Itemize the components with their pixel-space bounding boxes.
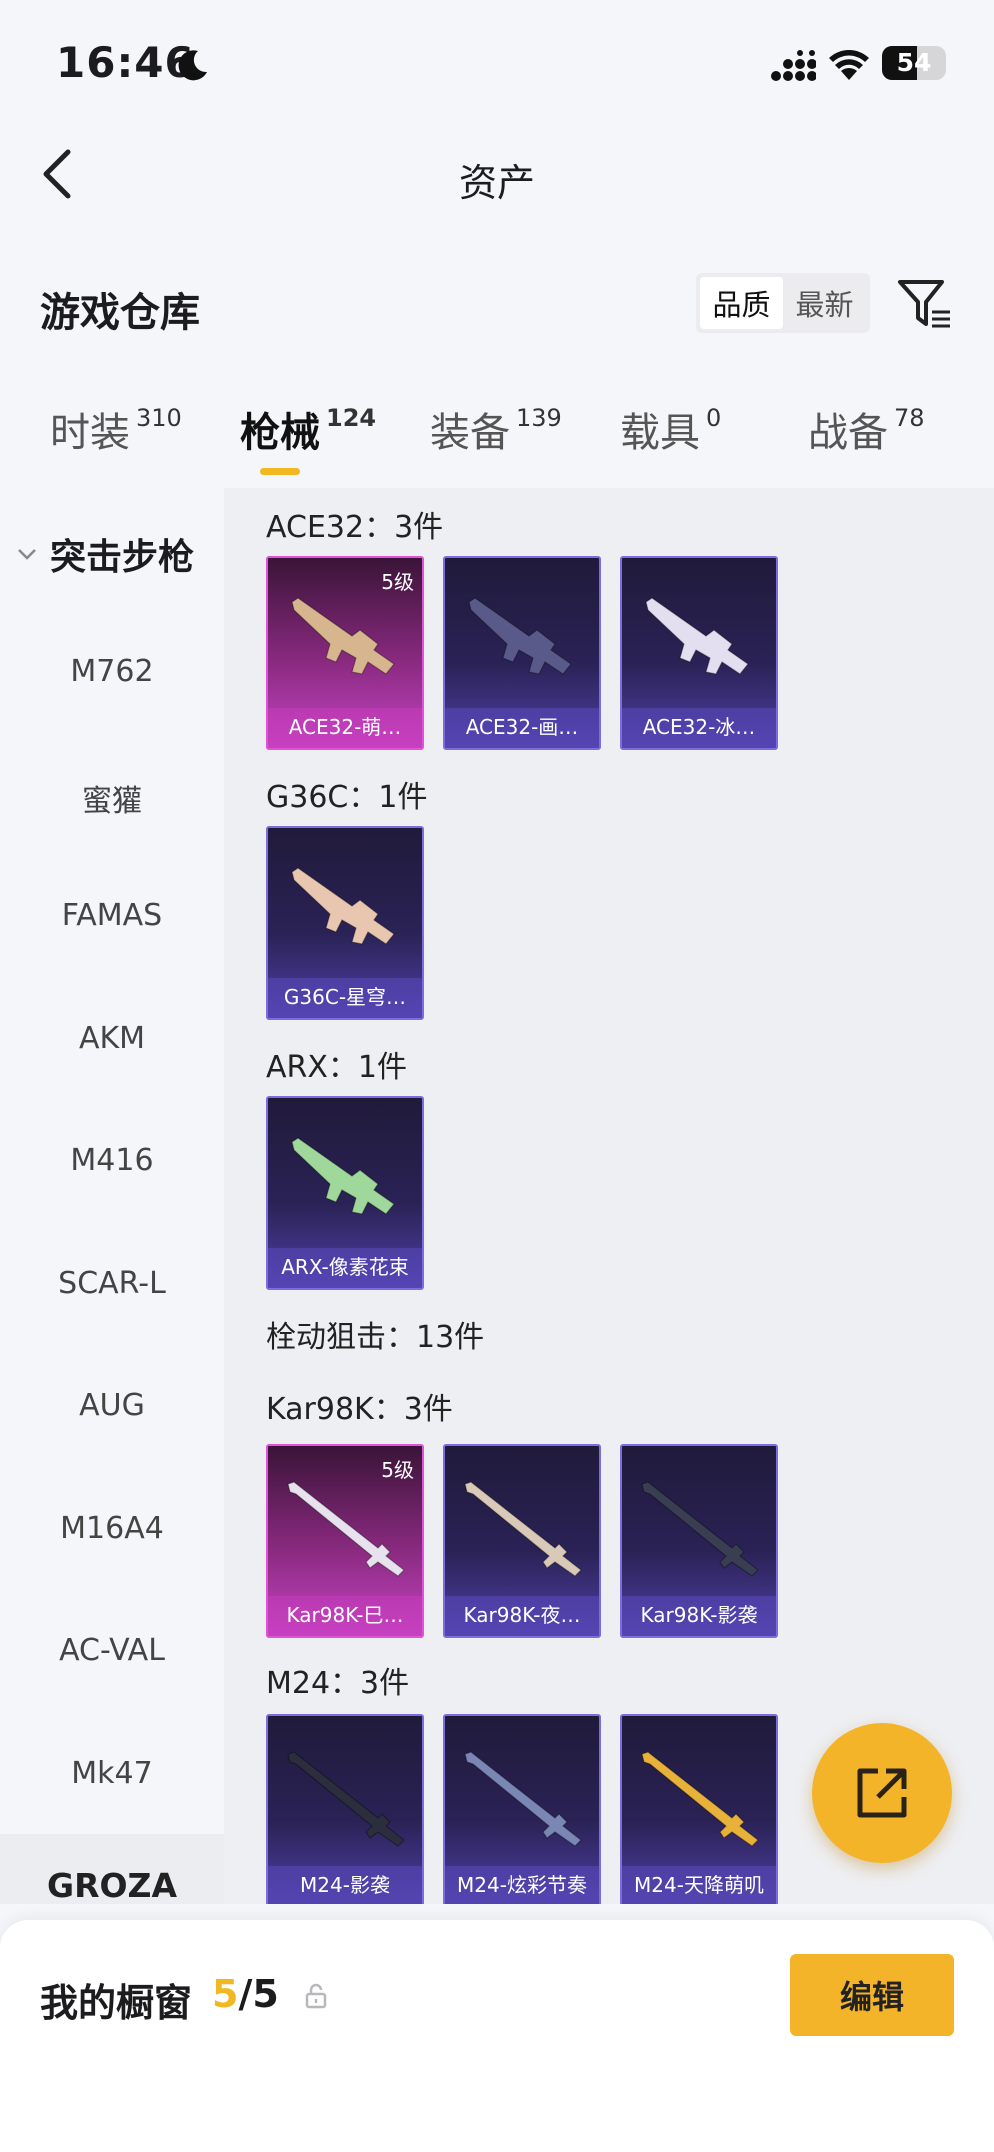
weapon-card[interactable]: M24-天降萌叽 [620, 1714, 778, 1904]
weapon-card[interactable]: M24-影袭 [266, 1714, 424, 1904]
category-assault-rifle[interactable]: 突击步枪 [16, 528, 194, 580]
tab-equipment[interactable]: 装备 139 [430, 400, 562, 458]
rifle-icon [291, 867, 395, 945]
weapon-sidebar: 突击步枪 M762 蜜獾 FAMAS AKM M416 SCAR-L AUG M… [0, 488, 224, 1833]
group-label: 栓动狙击：13件 [266, 1320, 485, 1355]
sniper-rifle-icon [287, 1481, 405, 1577]
card-label: Kar98K-巳… [268, 1596, 422, 1636]
group-label: M24：3件 [266, 1666, 410, 1701]
card-label: M24-炫彩节奏 [445, 1866, 599, 1904]
card-label: G36C-星穹… [268, 978, 422, 1018]
tab-label: 装备 [430, 410, 510, 456]
tab-label: 战备 [808, 410, 888, 456]
battery-indicator: 54 [882, 46, 946, 80]
card-label: ARX-像素花束 [268, 1248, 422, 1288]
tab-count: 124 [326, 404, 377, 432]
group-label: ACE32：3件 [266, 510, 444, 545]
rifle-icon [645, 597, 749, 675]
sidebar-item-akm[interactable]: AKM [0, 1021, 224, 1056]
weapon-grid: ACE32：3件 5级 ACE32-萌… ACE32-画… ACE32-冰… G… [224, 488, 994, 1904]
sidebar-item-ac-val[interactable]: AC-VAL [0, 1633, 224, 1668]
rifle-icon [291, 1137, 395, 1215]
rifle-icon [291, 597, 395, 675]
card-label: ACE32-画… [445, 708, 599, 748]
weapon-card[interactable]: 5级 ACE32-萌… [266, 556, 424, 750]
sidebar-item-m16a4[interactable]: M16A4 [0, 1511, 224, 1546]
chevron-down-icon [18, 549, 36, 560]
card-label: Kar98K-夜… [445, 1596, 599, 1636]
card-label: ACE32-冰… [622, 708, 776, 748]
showcase-panel: 我的橱窗 5/5 编辑 [0, 1920, 994, 2152]
tab-label: 枪械 [240, 410, 320, 456]
card-label: M24-影袭 [268, 1866, 422, 1904]
sidebar-item-honey-badger[interactable]: 蜜獾 [0, 776, 224, 820]
weapon-card[interactable]: Kar98K-影袭 [620, 1444, 778, 1638]
nav-bar: 资产 [0, 130, 994, 220]
active-tab-indicator [260, 468, 300, 475]
tab-count: 310 [136, 404, 182, 432]
tab-vehicles[interactable]: 载具 0 [620, 400, 721, 458]
status-time: 16:46 [56, 38, 195, 87]
sidebar-item-aug[interactable]: AUG [0, 1388, 224, 1423]
status-bar: 16:46 54 [0, 0, 994, 120]
external-link-icon [857, 1768, 907, 1818]
sidebar-item-mk47[interactable]: Mk47 [0, 1756, 224, 1791]
weapon-card[interactable]: M24-炫彩节奏 [443, 1714, 601, 1904]
sort-latest-button[interactable]: 最新 [783, 277, 866, 329]
card-label: ACE32-萌… [268, 708, 422, 748]
sidebar-item-m762[interactable]: M762 [0, 654, 224, 689]
moon-icon [178, 50, 207, 81]
showcase-current: 5 [212, 1972, 239, 2016]
sniper-rifle-icon [464, 1481, 582, 1577]
weapon-card[interactable]: ARX-像素花束 [266, 1096, 424, 1290]
sidebar-item-m416[interactable]: M416 [0, 1143, 224, 1178]
tab-label: 时装 [50, 410, 130, 456]
group-label: ARX：1件 [266, 1050, 408, 1085]
weapon-card[interactable]: Kar98K-夜… [443, 1444, 601, 1638]
page-title: 资产 [458, 161, 535, 205]
tab-count: 78 [894, 404, 925, 432]
weapon-card[interactable]: ACE32-冰… [620, 556, 778, 750]
category-label: 突击步枪 [50, 537, 195, 578]
tab-costume[interactable]: 时装 310 [50, 400, 182, 458]
sidebar-overflow: GROZA [0, 1834, 224, 1904]
wifi-icon [829, 50, 869, 80]
showcase-label: 我的橱窗 [40, 1981, 193, 2025]
weapon-card[interactable]: ACE32-画… [443, 556, 601, 750]
weapon-card[interactable]: 5级 Kar98K-巳… [266, 1444, 424, 1638]
sidebar-item-famas[interactable]: FAMAS [0, 898, 224, 933]
tab-supplies[interactable]: 战备 78 [808, 400, 925, 458]
showcase-count: 5/5 [212, 1972, 279, 2016]
lock-icon [305, 1983, 327, 2009]
filter-icon[interactable] [896, 276, 952, 332]
tab-count: 0 [706, 404, 722, 432]
showcase-total: /5 [238, 1972, 279, 2016]
cellular-signal-icon [771, 50, 816, 81]
category-tabs: 时装 310 枪械 124 装备 139 载具 0 战备 78 [0, 400, 994, 480]
sort-quality-button[interactable]: 品质 [700, 277, 783, 329]
group-label: Kar98K：3件 [266, 1392, 453, 1427]
weapon-card[interactable]: G36C-星穹… [266, 826, 424, 1020]
edit-button[interactable]: 编辑 [790, 1954, 954, 2036]
card-label: M24-天降萌叽 [622, 1866, 776, 1904]
sniper-rifle-icon [641, 1751, 759, 1847]
battery-percent: 54 [896, 48, 932, 77]
sidebar-item-scar-l[interactable]: SCAR-L [0, 1266, 224, 1301]
share-button[interactable] [812, 1723, 952, 1863]
sidebar-item-groza[interactable]: GROZA [0, 1866, 224, 1904]
tab-count: 139 [516, 404, 562, 432]
card-label: Kar98K-影袭 [622, 1596, 776, 1636]
sort-toggle: 品质 最新 [696, 273, 870, 333]
section-title: 游戏仓库 [40, 290, 200, 336]
tab-firearms[interactable]: 枪械 124 [240, 400, 376, 458]
tab-label: 载具 [620, 410, 700, 456]
sniper-rifle-icon [464, 1751, 582, 1847]
rifle-icon [468, 597, 572, 675]
sniper-rifle-icon [287, 1751, 405, 1847]
group-label: G36C：1件 [266, 780, 428, 815]
sniper-rifle-icon [641, 1481, 759, 1577]
